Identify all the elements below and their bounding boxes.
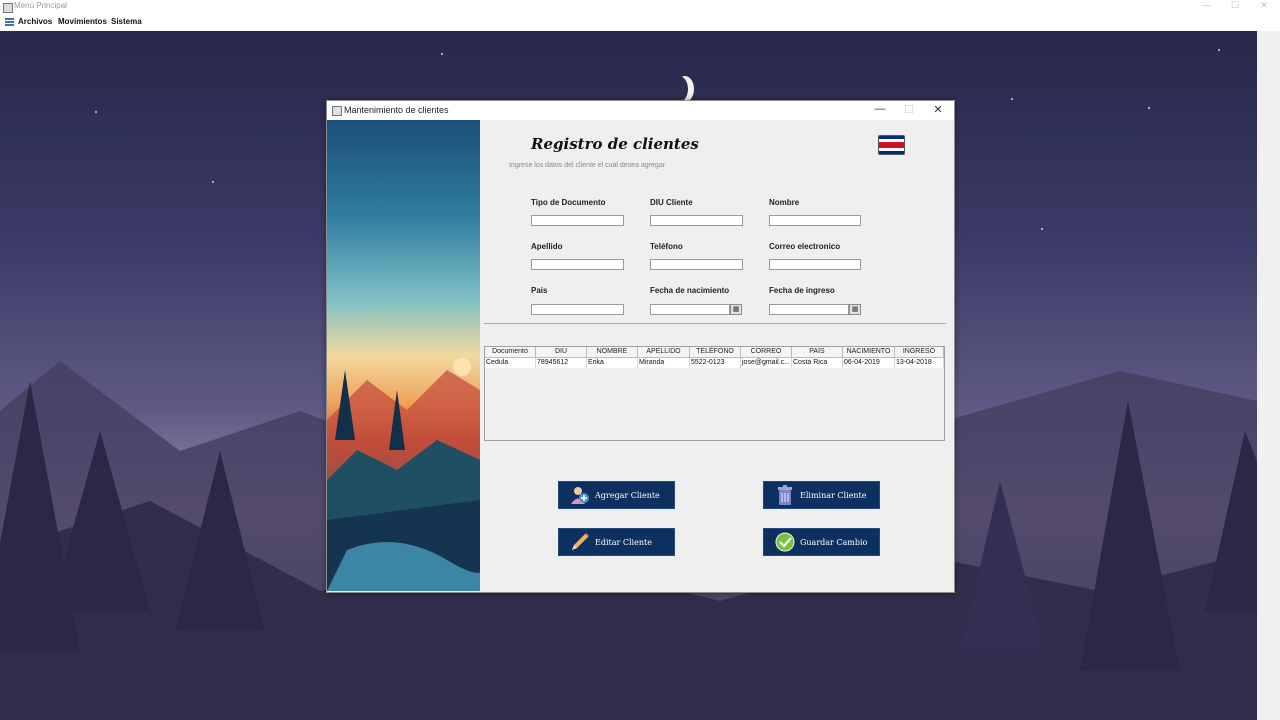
menubar: Archivos Movimientos Sistema (0, 14, 1280, 32)
maximize-button[interactable]: ☐ (1222, 0, 1248, 11)
fecha-ingreso-input[interactable] (769, 304, 849, 315)
table-cell: 13-04-2018 (895, 358, 944, 368)
telefono-label: Teléfono (650, 242, 683, 251)
column-header[interactable]: PAÍS (792, 347, 843, 358)
clientes-table[interactable]: Documento DIU NOMBRE APELLIDO TELÉFONO C… (484, 346, 945, 441)
clientes-window-title: Mantenimiento de clientes (344, 105, 449, 115)
tipo-documento-input[interactable] (531, 215, 624, 226)
table-header: Documento DIU NOMBRE APELLIDO TELÉFONO C… (485, 347, 944, 358)
main-window-title: Menú Principal (14, 1, 67, 10)
clientes-window: Mantenimiento de clientes — ☐ ✕ Registro… (326, 100, 955, 593)
clientes-window-titlebar: Mantenimiento de clientes — ☐ ✕ (327, 101, 954, 120)
guardar-cambio-label: Guardar Cambio (800, 537, 868, 547)
side-landscape-image (327, 120, 480, 591)
diu-cliente-label: DIU Cliente (650, 198, 693, 207)
main-window-titlebar: Menú Principal — ☐ ✕ (0, 0, 1280, 14)
fecha-nacimiento-calendar-button[interactable]: ▦ (730, 304, 742, 315)
separator (484, 323, 946, 324)
pencil-icon (569, 531, 591, 553)
frame-minimize-button[interactable]: — (870, 103, 890, 115)
table-cell: 78945612 (536, 358, 587, 368)
guardar-cambio-button[interactable]: Guardar Cambio (763, 528, 880, 556)
table-cell: Cedula (485, 358, 536, 368)
editar-cliente-label: Editar Cliente (595, 537, 652, 547)
menu-movimientos[interactable]: Movimientos (58, 17, 107, 26)
desktop-scrollbar[interactable] (1257, 31, 1280, 720)
agregar-cliente-button[interactable]: Agregar Cliente (558, 481, 675, 509)
correo-label: Correo electronico (769, 242, 841, 251)
eliminar-cliente-label: Eliminar Cliente (800, 490, 867, 500)
check-circle-icon (774, 531, 796, 553)
nombre-input[interactable] (769, 215, 861, 226)
column-header[interactable]: Documento (485, 347, 536, 358)
add-user-icon (569, 484, 591, 506)
trash-icon (774, 484, 796, 506)
minimize-button[interactable]: — (1193, 0, 1219, 10)
table-cell: Erika (587, 358, 638, 368)
close-button[interactable]: ✕ (1251, 0, 1277, 11)
diu-cliente-input[interactable] (650, 215, 743, 226)
correo-input[interactable] (769, 259, 861, 270)
agregar-cliente-label: Agregar Cliente (595, 490, 660, 500)
menu-list-icon (5, 18, 14, 26)
table-cell: jose@gmail.c... (741, 358, 792, 368)
fecha-ingreso-calendar-button[interactable]: ▦ (849, 304, 861, 315)
column-header[interactable]: INGRESO (895, 347, 944, 358)
form-panel: Registro de clientes Ingrese los datos d… (480, 120, 954, 591)
frame-close-button[interactable]: ✕ (928, 103, 948, 116)
frame-maximize-button[interactable]: ☐ (899, 103, 919, 116)
column-header[interactable]: NACIMIENTO (843, 347, 895, 358)
column-header[interactable]: NOMBRE (587, 347, 638, 358)
column-header[interactable]: APELLIDO (638, 347, 690, 358)
pais-label: Pais (531, 286, 548, 295)
calendar-icon: ▦ (732, 306, 740, 313)
column-header[interactable]: CORREO (741, 347, 792, 358)
editar-cliente-button[interactable]: Editar Cliente (558, 528, 675, 556)
fecha-nacimiento-input[interactable] (650, 304, 730, 315)
tipo-documento-label: Tipo de Documento (531, 198, 606, 207)
page-title: Registro de clientes (531, 135, 699, 153)
table-cell: Miranda (638, 358, 690, 368)
eliminar-cliente-button[interactable]: Eliminar Cliente (763, 481, 880, 509)
column-header[interactable]: TELÉFONO (690, 347, 741, 358)
page-subtitle: Ingrese los datos del cliente el cual de… (509, 162, 666, 169)
apellido-input[interactable] (531, 259, 624, 270)
fecha-ingreso-label: Fecha de ingreso (769, 286, 835, 295)
calendar-icon: ▦ (851, 306, 859, 313)
table-cell: Costa Rica (792, 358, 843, 368)
telefono-input[interactable] (650, 259, 743, 270)
costa-rica-flag-icon (878, 135, 905, 155)
apellido-label: Apellido (531, 242, 563, 251)
table-cell: 5522-0123 (690, 358, 741, 368)
table-cell: 06-04-2019 (843, 358, 895, 368)
pais-input[interactable] (531, 304, 624, 315)
nombre-label: Nombre (769, 198, 800, 207)
table-row[interactable]: Cedula 78945612 Erika Miranda 5522-0123 … (485, 358, 944, 368)
fecha-nacimiento-label: Fecha de nacimiento (650, 286, 730, 295)
window-icon (332, 106, 342, 116)
app-icon (3, 3, 13, 13)
menu-archivos[interactable]: Archivos (18, 17, 52, 26)
column-header[interactable]: DIU (536, 347, 587, 358)
menu-sistema[interactable]: Sistema (111, 17, 142, 26)
